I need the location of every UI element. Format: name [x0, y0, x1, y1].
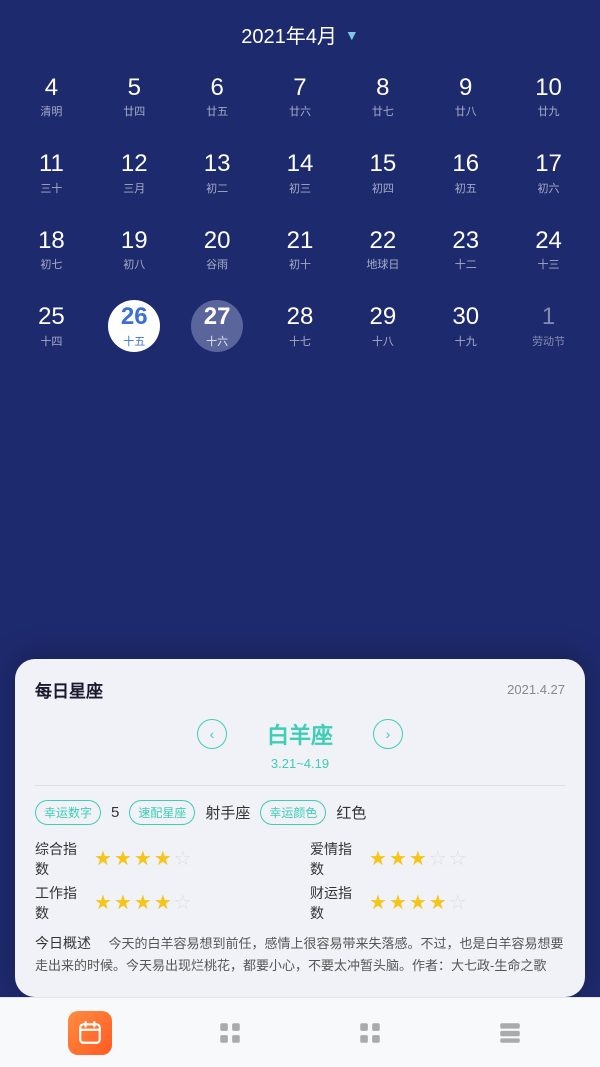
horoscope-card: 每日星座 2021.4.27 ‹ 白羊座 › 3.21~4.19 幸运数字 5 … — [15, 659, 585, 997]
lucky-info-row: 幸运数字 5 速配星座 射手座 幸运颜色 红色 — [35, 800, 565, 825]
card-header: 每日星座 2021.4.27 — [35, 677, 565, 702]
calendar-day-22[interactable]: 22地球日 — [341, 212, 424, 288]
star-5: ☆ — [449, 846, 467, 871]
calendar-day-20[interactable]: 20谷雨 — [176, 212, 259, 288]
calendar-day-23[interactable]: 23十二 — [424, 212, 507, 288]
star-5: ☆ — [174, 846, 192, 871]
calendar-day-1[interactable]: 1劳动节 — [507, 288, 590, 364]
month-year-title: 2021年4月 — [241, 20, 337, 49]
nav-icon-2 — [348, 1011, 392, 1055]
star-4: ★ — [154, 846, 172, 871]
star-5: ☆ — [449, 890, 467, 915]
calendar-day-29[interactable]: 29十八 — [341, 288, 424, 364]
work-index: 工作指数 ★ ★ ★ ★ ☆ — [35, 883, 290, 923]
lucky-star-badge: 速配星座 — [129, 800, 195, 825]
zodiac-date-range: 3.21~4.19 — [35, 756, 565, 771]
calendar-nav-icon — [68, 1011, 112, 1055]
zodiac-navigation: ‹ 白羊座 › — [35, 718, 565, 750]
calendar-day-18[interactable]: 18初七 — [10, 212, 93, 288]
work-stars: ★ ★ ★ ★ ☆ — [94, 890, 192, 915]
star-5: ☆ — [174, 890, 192, 915]
summary-section: 今日概述 今天的白羊容易想到前任，感情上很容易带来失落感。不过，也是白羊容易想要… — [35, 933, 565, 977]
love-stars: ★ ★ ★ ☆ ☆ — [369, 846, 467, 871]
calendar-day-5[interactable]: 5廿四 — [93, 59, 176, 135]
summary-text: 今天的白羊容易想到前任，感情上很容易带来失落感。不过，也是白羊容易想要走出来的时… — [35, 936, 563, 973]
dropdown-arrow-icon[interactable]: ▼ — [345, 27, 359, 43]
star-3: ★ — [409, 890, 427, 915]
lucky-color-badge: 幸运颜色 — [260, 800, 326, 825]
finance-label: 财运指数 — [310, 883, 365, 923]
calendar-day-19[interactable]: 19初八 — [93, 212, 176, 288]
overall-label: 综合指数 — [35, 839, 90, 879]
calendar-day-7[interactable]: 7廿六 — [259, 59, 342, 135]
star-3: ★ — [134, 846, 152, 871]
lucky-number-value: 5 — [111, 804, 119, 821]
calendar-grid-container: 4清明5廿四6廿五7廿六8廿七9廿八10廿九 11三十12三月13初二14初三15… — [0, 59, 600, 365]
calendar-day-26[interactable]: 26十五 — [93, 288, 176, 364]
card-date: 2021.4.27 — [507, 682, 565, 697]
nav-item-2[interactable] — [348, 1011, 392, 1055]
calendar-day-13[interactable]: 13初二 — [176, 135, 259, 211]
calendar-day-27[interactable]: 27十六 — [176, 288, 259, 364]
lucky-number-badge: 幸运数字 — [35, 800, 101, 825]
calendar-day-28[interactable]: 28十七 — [259, 288, 342, 364]
star-2: ★ — [114, 846, 132, 871]
index-row-1: 综合指数 ★ ★ ★ ★ ☆ 爱情指数 ★ ★ ★ ☆ ☆ — [35, 839, 565, 879]
nav-icon-3 — [488, 1011, 532, 1055]
bottom-navigation — [0, 997, 600, 1067]
overall-stars: ★ ★ ★ ★ ☆ — [94, 846, 192, 871]
calendar-grid: 4清明5廿四6廿五7廿六8廿七9廿八10廿九 11三十12三月13初二14初三15… — [10, 59, 590, 365]
star-2: ★ — [389, 890, 407, 915]
finance-index: 财运指数 ★ ★ ★ ★ ☆ — [310, 883, 565, 923]
summary-label: 今日概述 — [35, 935, 91, 951]
love-label: 爱情指数 — [310, 839, 365, 879]
calendar-day-10[interactable]: 10廿九 — [507, 59, 590, 135]
calendar-day-4[interactable]: 4清明 — [10, 59, 93, 135]
work-label: 工作指数 — [35, 883, 90, 923]
nav-item-1[interactable] — [208, 1011, 252, 1055]
calendar-day-11[interactable]: 11三十 — [10, 135, 93, 211]
calendar-day-12[interactable]: 12三月 — [93, 135, 176, 211]
zodiac-name: 白羊座 — [267, 718, 333, 750]
lucky-color-value: 红色 — [336, 802, 366, 823]
divider — [35, 785, 565, 786]
calendar-day-9[interactable]: 9廿八 — [424, 59, 507, 135]
star-2: ★ — [389, 846, 407, 871]
calendar-day-16[interactable]: 16初五 — [424, 135, 507, 211]
calendar-day-6[interactable]: 6廿五 — [176, 59, 259, 135]
star-1: ★ — [94, 846, 112, 871]
calendar-day-30[interactable]: 30十九 — [424, 288, 507, 364]
calendar-day-8[interactable]: 8廿七 — [341, 59, 424, 135]
star-3: ★ — [409, 846, 427, 871]
calendar-day-24[interactable]: 24十三 — [507, 212, 590, 288]
star-2: ★ — [114, 890, 132, 915]
calendar-day-25[interactable]: 25十四 — [10, 288, 93, 364]
calendar-header[interactable]: 2021年4月 ▼ — [0, 0, 600, 59]
overall-index: 综合指数 ★ ★ ★ ★ ☆ — [35, 839, 290, 879]
nav-item-calendar[interactable] — [68, 1011, 112, 1055]
index-row-2: 工作指数 ★ ★ ★ ★ ☆ 财运指数 ★ ★ ★ ★ ☆ — [35, 883, 565, 923]
star-3: ★ — [134, 890, 152, 915]
prev-zodiac-button[interactable]: ‹ — [197, 719, 227, 749]
star-4: ★ — [429, 890, 447, 915]
nav-icon-1 — [208, 1011, 252, 1055]
love-index: 爱情指数 ★ ★ ★ ☆ ☆ — [310, 839, 565, 879]
calendar-day-17[interactable]: 17初六 — [507, 135, 590, 211]
calendar-day-15[interactable]: 15初四 — [341, 135, 424, 211]
star-1: ★ — [94, 890, 112, 915]
calendar-day-21[interactable]: 21初十 — [259, 212, 342, 288]
card-title: 每日星座 — [35, 677, 103, 702]
star-4: ★ — [154, 890, 172, 915]
star-1: ★ — [369, 890, 387, 915]
lucky-star-value: 射手座 — [205, 802, 250, 823]
next-zodiac-button[interactable]: › — [373, 719, 403, 749]
nav-item-3[interactable] — [488, 1011, 532, 1055]
finance-stars: ★ ★ ★ ★ ☆ — [369, 890, 467, 915]
star-4: ☆ — [429, 846, 447, 871]
star-1: ★ — [369, 846, 387, 871]
calendar-day-14[interactable]: 14初三 — [259, 135, 342, 211]
